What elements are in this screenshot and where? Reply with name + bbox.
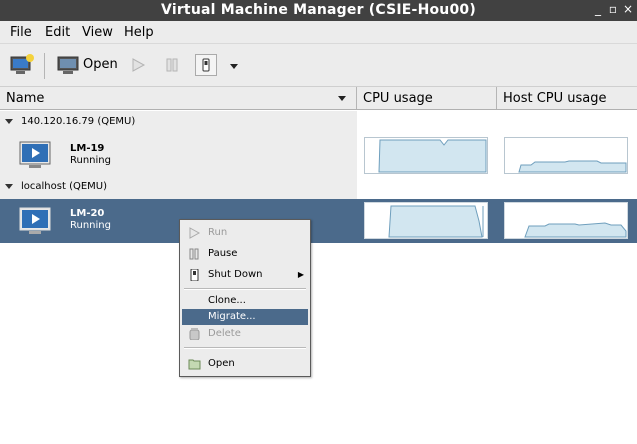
toolbar: Open xyxy=(0,44,637,87)
shutdown-dropdown[interactable] xyxy=(228,61,240,71)
submenu-arrow-icon: ▶ xyxy=(297,270,304,279)
run-button[interactable] xyxy=(130,57,146,73)
power-icon xyxy=(202,58,210,72)
close-button[interactable]: × xyxy=(621,2,635,16)
menu-item-label: Clone... xyxy=(208,295,246,306)
play-icon xyxy=(132,58,146,72)
menu-item-label: Pause xyxy=(208,248,238,259)
shutdown-button[interactable] xyxy=(195,54,217,76)
group-row[interactable]: 140.120.16.79 (QEMU) xyxy=(0,115,357,129)
menu-item-label: Run xyxy=(208,227,228,238)
maximize-button[interactable]: ▫ xyxy=(606,2,620,16)
context-menu: Run Pause Shut Down ▶ Clone... Migrate..… xyxy=(179,219,311,377)
cpu-usage-graph xyxy=(364,202,488,239)
menu-item-label: Open xyxy=(208,358,235,369)
power-icon xyxy=(190,269,199,281)
vm-status: Running xyxy=(70,155,111,166)
pause-icon xyxy=(166,58,178,72)
menu-separator xyxy=(184,347,306,349)
menu-separator xyxy=(184,288,306,290)
column-host-cpu[interactable]: Host CPU usage xyxy=(497,87,637,109)
menu-item-label: Shut Down xyxy=(208,269,263,280)
menu-edit[interactable]: Edit xyxy=(45,25,70,40)
open-button[interactable]: Open xyxy=(55,53,123,77)
column-header: Name CPU usage Host CPU usage xyxy=(0,87,637,110)
group-row[interactable]: localhost (QEMU) xyxy=(0,180,357,194)
vm-name: LM-19 xyxy=(70,143,105,154)
open-label: Open xyxy=(83,57,118,72)
column-cpu-label: CPU usage xyxy=(363,91,433,106)
column-name[interactable]: Name xyxy=(0,87,357,109)
host-cpu-usage-graph xyxy=(504,137,628,174)
menu-bar: File Edit View Help xyxy=(0,21,637,44)
vm-name: LM-20 xyxy=(70,208,105,219)
menu-item-open[interactable]: Open xyxy=(182,356,308,372)
play-icon xyxy=(189,227,201,239)
group-label: localhost (QEMU) xyxy=(21,181,108,192)
sort-arrow-icon xyxy=(338,96,346,101)
pause-icon xyxy=(189,248,199,260)
expander-icon[interactable] xyxy=(4,182,14,192)
menu-item-delete[interactable]: Delete xyxy=(182,326,308,342)
menu-item-label: Delete xyxy=(208,328,241,339)
menu-item-pause[interactable]: Pause xyxy=(182,246,308,262)
pause-button[interactable] xyxy=(164,57,180,73)
expander-icon[interactable] xyxy=(4,117,14,127)
new-vm-icon xyxy=(10,54,34,74)
trash-icon xyxy=(189,328,200,340)
folder-icon xyxy=(188,359,201,370)
menu-help[interactable]: Help xyxy=(124,25,154,40)
vm-row-selected[interactable]: LM-20 Running xyxy=(0,199,637,243)
vm-monitor-icon xyxy=(19,207,51,234)
minimize-button[interactable]: _ xyxy=(591,2,605,16)
monitor-icon xyxy=(57,56,79,74)
menu-item-clone[interactable]: Clone... xyxy=(182,293,308,309)
column-name-label: Name xyxy=(6,91,45,106)
new-vm-button[interactable] xyxy=(9,53,35,77)
host-cpu-usage-graph xyxy=(504,202,628,239)
chevron-down-icon xyxy=(230,64,238,69)
menu-item-run[interactable]: Run xyxy=(182,225,308,241)
menu-item-shut-down[interactable]: Shut Down ▶ xyxy=(182,267,308,283)
column-host-cpu-label: Host CPU usage xyxy=(503,91,607,106)
menu-item-label: Migrate... xyxy=(208,311,256,322)
title-bar: Virtual Machine Manager (CSIE-Hou00) _ ▫… xyxy=(0,0,637,21)
menu-file[interactable]: File xyxy=(10,25,32,40)
vm-status: Running xyxy=(70,220,111,231)
menu-view[interactable]: View xyxy=(82,25,113,40)
cpu-usage-graph xyxy=(364,137,488,174)
vm-row[interactable]: LM-19 Running xyxy=(0,133,637,177)
vm-list: 140.120.16.79 (QEMU) LM-19 Running local… xyxy=(0,111,637,444)
toolbar-separator xyxy=(44,53,45,79)
window-title: Virtual Machine Manager (CSIE-Hou00) xyxy=(161,2,476,18)
group-label: 140.120.16.79 (QEMU) xyxy=(21,116,136,127)
menu-item-migrate[interactable]: Migrate... xyxy=(182,309,308,325)
vm-monitor-icon xyxy=(19,141,51,168)
column-cpu[interactable]: CPU usage xyxy=(357,87,497,109)
